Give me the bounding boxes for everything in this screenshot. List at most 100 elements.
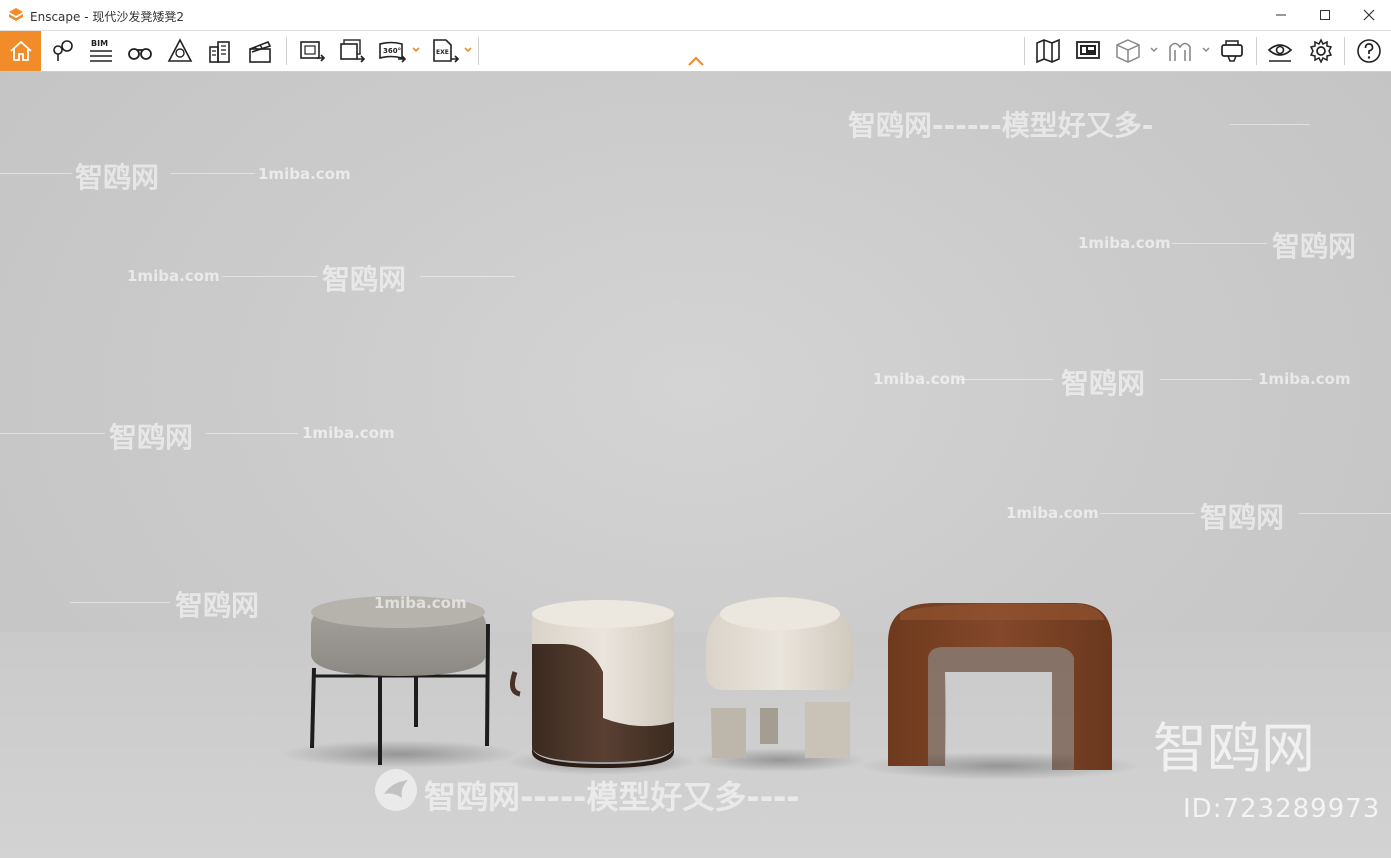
watermark-brand: 智鸥网 xyxy=(1200,501,1285,534)
render-viewport[interactable]: 智鸥网------模型好又多- 智鸥网 1miba.com 1miba.com … xyxy=(0,72,1391,858)
watermark-line xyxy=(0,433,105,434)
exe-dropdown-icon[interactable] xyxy=(463,45,473,55)
minimize-button[interactable] xyxy=(1259,2,1303,28)
watermark-line xyxy=(1100,513,1195,514)
watermark-slogan: 智鸥网-----模型好又多---- xyxy=(424,778,800,816)
cube-dropdown-icon[interactable] xyxy=(1149,45,1159,55)
presentation-icon xyxy=(1076,41,1100,59)
screenshot-button[interactable] xyxy=(292,33,330,69)
watermark-line xyxy=(1298,513,1391,514)
location-pin-icon xyxy=(53,40,73,61)
navigation-button[interactable] xyxy=(161,33,199,69)
panorama-dropdown-icon[interactable] xyxy=(411,45,421,55)
exe-export-button[interactable]: EXE xyxy=(425,33,463,69)
enscape-logo-icon xyxy=(9,8,23,21)
watermark-line xyxy=(420,276,515,277)
panorama-icon: 360° xyxy=(379,41,407,63)
panorama-label: 360° xyxy=(383,47,401,55)
close-icon xyxy=(1363,9,1375,21)
panorama-button[interactable]: 360° xyxy=(372,33,410,69)
help-icon xyxy=(1357,39,1381,63)
bim-button[interactable]: BIM xyxy=(82,33,120,69)
watermark-line xyxy=(70,602,170,603)
navigation-icon xyxy=(167,38,193,62)
watermark-line xyxy=(958,379,1053,380)
watermark-slogan: 智鸥网------模型好又多- xyxy=(848,109,1154,142)
exe-label: EXE xyxy=(436,49,449,56)
watermark-line xyxy=(206,433,298,434)
material-dropdown-icon[interactable] xyxy=(1201,45,1211,55)
minimize-icon xyxy=(1276,14,1286,16)
clapper-icon xyxy=(249,40,272,63)
location-button[interactable] xyxy=(43,33,81,69)
cube-icon xyxy=(1116,39,1140,63)
mushroom-stool xyxy=(706,597,854,758)
watermark-brand: 智鸥网 xyxy=(175,589,260,622)
vr-headset-button[interactable] xyxy=(1213,33,1251,69)
watermark-line xyxy=(170,173,255,174)
watermark-brand: 智鸥网 xyxy=(1061,367,1146,400)
watermark-line xyxy=(1172,243,1267,244)
material-button[interactable] xyxy=(1161,33,1199,69)
watermark-site: 1miba.com xyxy=(302,424,395,442)
watermark-id: ID:723289973 xyxy=(1183,794,1381,824)
round-stool-metal-legs xyxy=(310,596,490,765)
stool-shadow xyxy=(280,740,520,768)
bim-label: BIM xyxy=(91,39,108,48)
batch-render-icon xyxy=(340,39,366,63)
binoculars-button[interactable] xyxy=(121,33,159,69)
home-button[interactable] xyxy=(0,31,41,71)
watermark-brand: 智鸥网 xyxy=(75,161,160,194)
home-icon xyxy=(10,40,32,61)
watermark-site: 1miba.com xyxy=(127,267,220,285)
map-button[interactable] xyxy=(1029,33,1067,69)
presentation-button[interactable] xyxy=(1069,33,1107,69)
maximize-icon xyxy=(1320,10,1330,20)
binoculars-icon xyxy=(128,48,152,60)
watermark-site: 1miba.com xyxy=(374,594,467,612)
watermark-bird-logo-icon xyxy=(375,769,417,811)
watermark-big-brand: 智鸥网 xyxy=(1153,717,1315,780)
watermark-line xyxy=(1160,379,1252,380)
watermark-site: 1miba.com xyxy=(873,370,966,388)
watermark-line xyxy=(222,276,317,277)
collapse-toolbar-icon[interactable] xyxy=(686,54,706,68)
batch-render-button[interactable] xyxy=(332,33,370,69)
buildings-icon xyxy=(209,41,230,63)
toolbar-separator xyxy=(1344,37,1345,65)
watermark-site: 1miba.com xyxy=(1258,370,1351,388)
exe-export-icon: EXE xyxy=(433,39,460,63)
bim-icon: BIM xyxy=(90,39,112,62)
watermark-line xyxy=(0,173,72,174)
buildings-button[interactable] xyxy=(201,33,239,69)
settings-button[interactable] xyxy=(1302,33,1340,69)
toolbar-separator xyxy=(478,37,479,65)
material-icon xyxy=(1169,42,1191,61)
vr-headset-icon xyxy=(1221,40,1243,62)
watermark-site: 1miba.com xyxy=(1078,234,1171,252)
screenshot-icon xyxy=(300,41,326,62)
maximize-button[interactable] xyxy=(1303,2,1347,28)
watermark-brand: 智鸥网 xyxy=(109,421,194,454)
toolbar-separator xyxy=(1256,37,1257,65)
arched-bench-brown xyxy=(888,603,1112,770)
toolbar-separator xyxy=(286,37,287,65)
view-eye-icon xyxy=(1267,44,1293,62)
enscape-toolbar: BIM 360° EXE xyxy=(0,31,1391,72)
watermark-line xyxy=(1230,124,1310,125)
watermark-brand: 智鸥网 xyxy=(1272,230,1357,263)
close-button[interactable] xyxy=(1347,2,1391,28)
toolbar-separator xyxy=(1024,37,1025,65)
clapper-button[interactable] xyxy=(241,33,279,69)
drum-pouf-with-handle xyxy=(509,600,674,768)
cube-button[interactable] xyxy=(1109,33,1147,69)
map-icon xyxy=(1036,38,1060,64)
window-title: Enscape - 现代沙发凳矮凳2 xyxy=(30,10,184,24)
settings-gear-icon xyxy=(1309,38,1333,64)
view-eye-button[interactable] xyxy=(1261,33,1299,69)
help-button[interactable] xyxy=(1350,33,1388,69)
watermark-brand: 智鸥网 xyxy=(322,263,407,296)
watermark-site: 1miba.com xyxy=(258,165,351,183)
window-titlebar: Enscape - 现代沙发凳矮凳2 xyxy=(0,0,1391,31)
watermark-site: 1miba.com xyxy=(1006,504,1099,522)
